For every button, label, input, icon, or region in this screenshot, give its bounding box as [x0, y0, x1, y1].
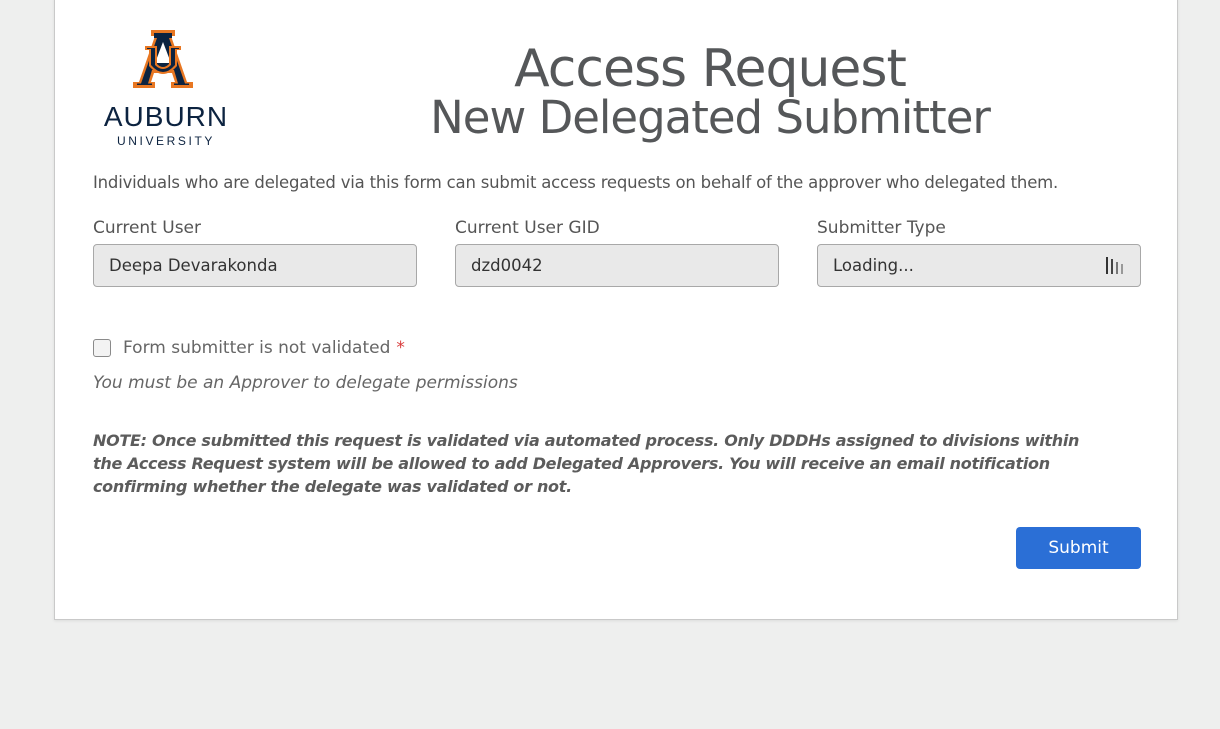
checkbox-label-text: Form submitter is not validated — [123, 338, 391, 358]
current-user-label: Current User — [93, 218, 202, 238]
logo-subtitle: UNIVERSITY — [116, 134, 215, 148]
au-monogram-icon — [133, 30, 193, 88]
submitter-type-value: Loading... — [833, 256, 914, 275]
validation-note: NOTE: Once submitted this request is val… — [93, 431, 1080, 496]
current-user-gid-label: Current User GID — [455, 218, 600, 238]
required-asterisk: * — [396, 338, 405, 358]
submitter-type-select[interactable]: Loading... — [817, 244, 1141, 287]
logo-wordmark: AUBURN — [103, 101, 229, 132]
submit-button[interactable]: Submit — [1016, 527, 1141, 569]
intro-text: Individuals who are delegated via this f… — [93, 173, 1059, 192]
auburn-logo: AUBURN UNIVERSITY — [93, 30, 243, 150]
approver-hint: You must be an Approver to delegate perm… — [93, 373, 518, 393]
current-user-field[interactable]: Deepa Devarakonda — [93, 244, 417, 287]
validated-checkbox-label: Form submitter is not validated * — [123, 338, 405, 358]
validated-checkbox[interactable] — [93, 339, 111, 357]
submitter-type-label: Submitter Type — [817, 218, 946, 238]
page-subtitle: New Delegated Submitter — [430, 91, 991, 144]
current-user-value: Deepa Devarakonda — [109, 256, 278, 275]
current-user-gid-field[interactable]: dzd0042 — [455, 244, 779, 287]
form-card: AUBURN UNIVERSITY Access Request New Del… — [54, 0, 1178, 620]
current-user-gid-value: dzd0042 — [471, 256, 543, 275]
loading-spinner-icon — [1106, 257, 1126, 274]
